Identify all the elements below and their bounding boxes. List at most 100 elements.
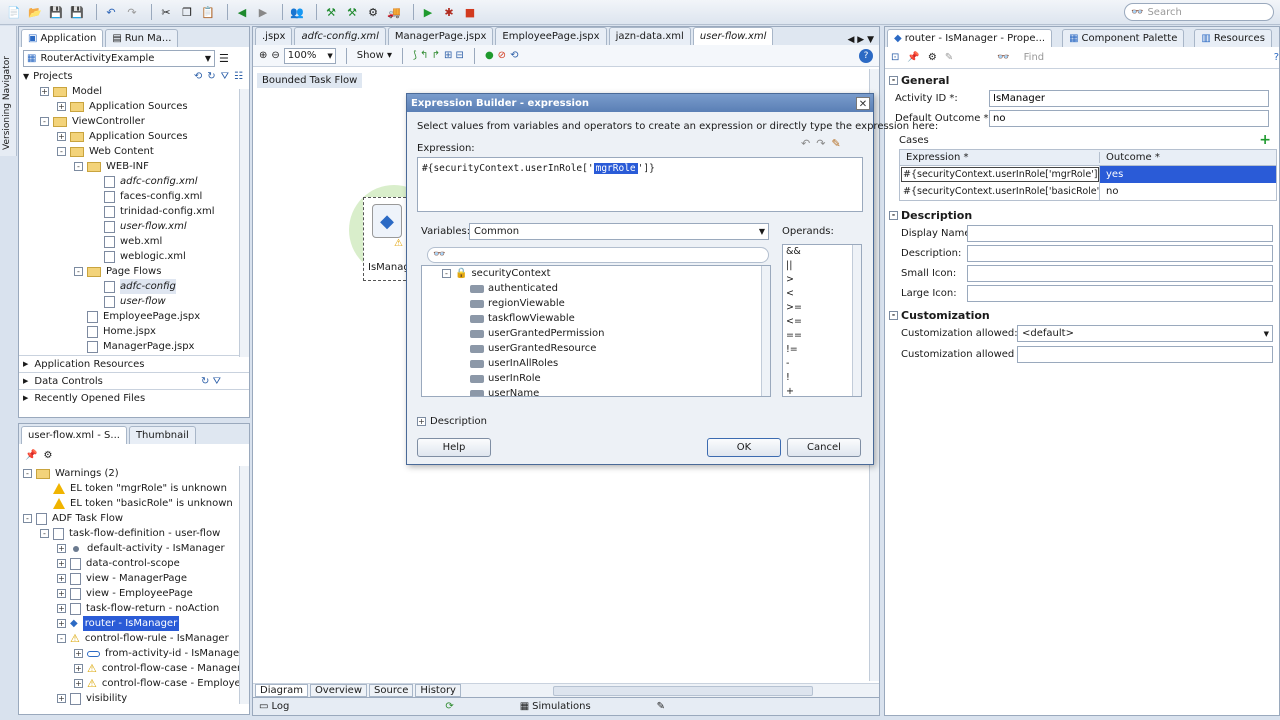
structure-tree-item[interactable]: + ⚠ control-flow-case - ManagerPa: [23, 661, 249, 676]
forward-icon[interactable]: ▶: [255, 4, 271, 20]
structure-tree-item[interactable]: EL token "mgrRole" is unknown: [23, 481, 249, 496]
rebuild-icon[interactable]: ⚒: [344, 4, 360, 20]
make-icon[interactable]: ⚒: [323, 4, 339, 20]
freeze-view-icon[interactable]: ⚙: [43, 450, 52, 461]
operand-item[interactable]: >=: [786, 301, 861, 315]
description-toggle[interactable]: + Description: [417, 416, 487, 427]
run-icon[interactable]: ▶: [420, 4, 436, 20]
tab-adfc-config[interactable]: adfc-config.xml: [294, 27, 386, 45]
structure-tree-item[interactable]: + task-flow-return - noAction: [23, 601, 249, 616]
tab-application[interactable]: ▣ Application: [21, 29, 104, 47]
copy-icon[interactable]: ❐: [179, 4, 195, 20]
expression-editor[interactable]: #{securityContext.userInRole[' mgrRole ']}: [417, 157, 863, 212]
add-icon[interactable]: +: [1259, 132, 1271, 148]
collapse-icon[interactable]: -: [40, 529, 49, 538]
stop-icon[interactable]: ■: [462, 4, 478, 20]
zoom-in-icon[interactable]: ⊕: [259, 50, 267, 61]
close-icon[interactable]: ✕: [856, 96, 870, 110]
project-tree-item[interactable]: - ViewController: [23, 114, 249, 129]
versioning-navigator-label[interactable]: Versioning Navigator: [2, 56, 12, 150]
project-tree-item[interactable]: - Page Flows: [23, 264, 249, 279]
collapse-icon[interactable]: -: [57, 147, 66, 156]
zoom-select[interactable]: 100% ▼: [283, 47, 336, 64]
deploy-icon[interactable]: ⚙: [365, 4, 381, 20]
operand-item[interactable]: <=: [786, 315, 861, 329]
find-field[interactable]: 👓 Find ?: [997, 50, 1279, 66]
structure-tree-item[interactable]: + default-activity - IsManager: [23, 541, 249, 556]
tab-employee-page[interactable]: EmployeePage.jspx: [495, 27, 607, 45]
projects-header[interactable]: ▼ Projects ⟲ ↻ ⛛ ☷: [19, 69, 249, 84]
description-field[interactable]: [967, 244, 1273, 262]
project-tree-item[interactable]: user-flow: [23, 294, 249, 309]
help-icon[interactable]: ?: [1274, 52, 1279, 63]
undo-icon[interactable]: ↶: [103, 4, 119, 20]
collapse-icon[interactable]: -: [57, 634, 66, 643]
vertical-scrollbar[interactable]: [852, 245, 861, 396]
tab-property-inspector[interactable]: ◆ router - IsManager - Prope...: [887, 29, 1053, 47]
expand-icon[interactable]: +: [57, 589, 66, 598]
structure-tree-item[interactable]: - Warnings (2): [23, 466, 249, 481]
redo-icon[interactable]: ↷: [124, 4, 140, 20]
project-tree-item[interactable]: weblogic.xml: [23, 249, 249, 264]
eraser-icon[interactable]: ✎: [831, 137, 840, 150]
project-tree-item[interactable]: adfc-config: [23, 279, 249, 294]
project-tree-item[interactable]: ManagerPage.jspx: [23, 339, 249, 354]
structure-tree-item[interactable]: - ADF Task Flow: [23, 511, 249, 526]
router-node[interactable]: ◆ ⚠ IsManag: [363, 197, 411, 281]
collapse-icon[interactable]: -: [442, 269, 451, 278]
tab-scroll-icon[interactable]: ◀ ▶ ▼: [845, 35, 878, 45]
vertical-scrollbar[interactable]: [239, 466, 249, 704]
project-tree-item[interactable]: user-flow.xml: [23, 219, 249, 234]
operand-item[interactable]: +: [786, 385, 861, 396]
operand-item[interactable]: -: [786, 357, 861, 371]
expand-icon[interactable]: +: [57, 102, 66, 111]
search-box[interactable]: 👓 Search: [1124, 3, 1274, 21]
team-icon[interactable]: 👥: [289, 4, 305, 20]
tab-structure[interactable]: user-flow.xml - S...: [21, 426, 127, 444]
project-tree-item[interactable]: EmployeePage.jspx: [23, 309, 249, 324]
case-expression[interactable]: #{securityContext.userInRole['basicRole'…: [900, 183, 1100, 200]
redo-icon[interactable]: ↷: [816, 137, 825, 150]
vertical-scrollbar[interactable]: [761, 266, 770, 396]
pin-icon[interactable]: 📌: [907, 52, 919, 63]
variables-tree-item[interactable]: userGrantedResource: [422, 341, 770, 356]
accordion-recently-opened-files[interactable]: ▶ Recently Opened Files: [19, 389, 249, 406]
run-icon[interactable]: ●: [485, 50, 494, 61]
align-icon[interactable]: ⊞ ⊟: [444, 50, 464, 61]
expand-icon[interactable]: +: [57, 574, 66, 583]
variables-filter[interactable]: 👓: [427, 247, 769, 263]
accordion-application-resources[interactable]: ▶ Application Resources: [19, 355, 249, 372]
zoom-out-icon[interactable]: ⊖: [271, 50, 279, 61]
refresh-icon[interactable]: ↻: [207, 71, 215, 82]
simulations-tab[interactable]: ▦ Simulations: [520, 701, 591, 712]
collapse-icon[interactable]: -: [74, 162, 83, 171]
project-tree-item[interactable]: trinidad-config.xml: [23, 204, 249, 219]
log-tab[interactable]: ▭ Log: [259, 701, 289, 712]
paste-icon[interactable]: 📋: [200, 4, 216, 20]
collapse-icon[interactable]: -: [23, 514, 32, 523]
sync-icon[interactable]: ⟲: [194, 71, 202, 82]
debug-icon[interactable]: ✱: [441, 4, 457, 20]
new-icon[interactable]: 📄: [6, 4, 22, 20]
expand-icon[interactable]: +: [74, 679, 83, 688]
structure-tree-item[interactable]: + data-control-scope: [23, 556, 249, 571]
app-menu-icon[interactable]: ☰: [219, 52, 229, 65]
operand-item[interactable]: <: [786, 287, 861, 301]
tab-jazn-data[interactable]: jazn-data.xml: [608, 27, 691, 45]
stop-icon[interactable]: ⊘: [498, 50, 506, 61]
expand-icon[interactable]: +: [74, 664, 83, 673]
case-outcome[interactable]: yes: [1100, 166, 1276, 183]
save-all-icon[interactable]: 💾: [69, 4, 85, 20]
variables-tree-item[interactable]: taskflowViewable: [422, 311, 770, 326]
collapse-icon[interactable]: -: [40, 117, 49, 126]
operand-item[interactable]: ==: [786, 329, 861, 343]
expand-icon[interactable]: +: [57, 544, 66, 553]
cancel-button[interactable]: Cancel: [787, 438, 861, 457]
expand-icon[interactable]: +: [57, 604, 66, 613]
dialog-title-bar[interactable]: Expression Builder - expression ✕: [407, 94, 873, 112]
expand-icon[interactable]: +: [74, 649, 83, 658]
structure-tree-item[interactable]: + view - ManagerPage: [23, 571, 249, 586]
back-icon[interactable]: ◀: [234, 4, 250, 20]
tab-run-manager[interactable]: ▤ Run Ma...: [105, 29, 179, 47]
operand-item[interactable]: ||: [786, 259, 861, 273]
